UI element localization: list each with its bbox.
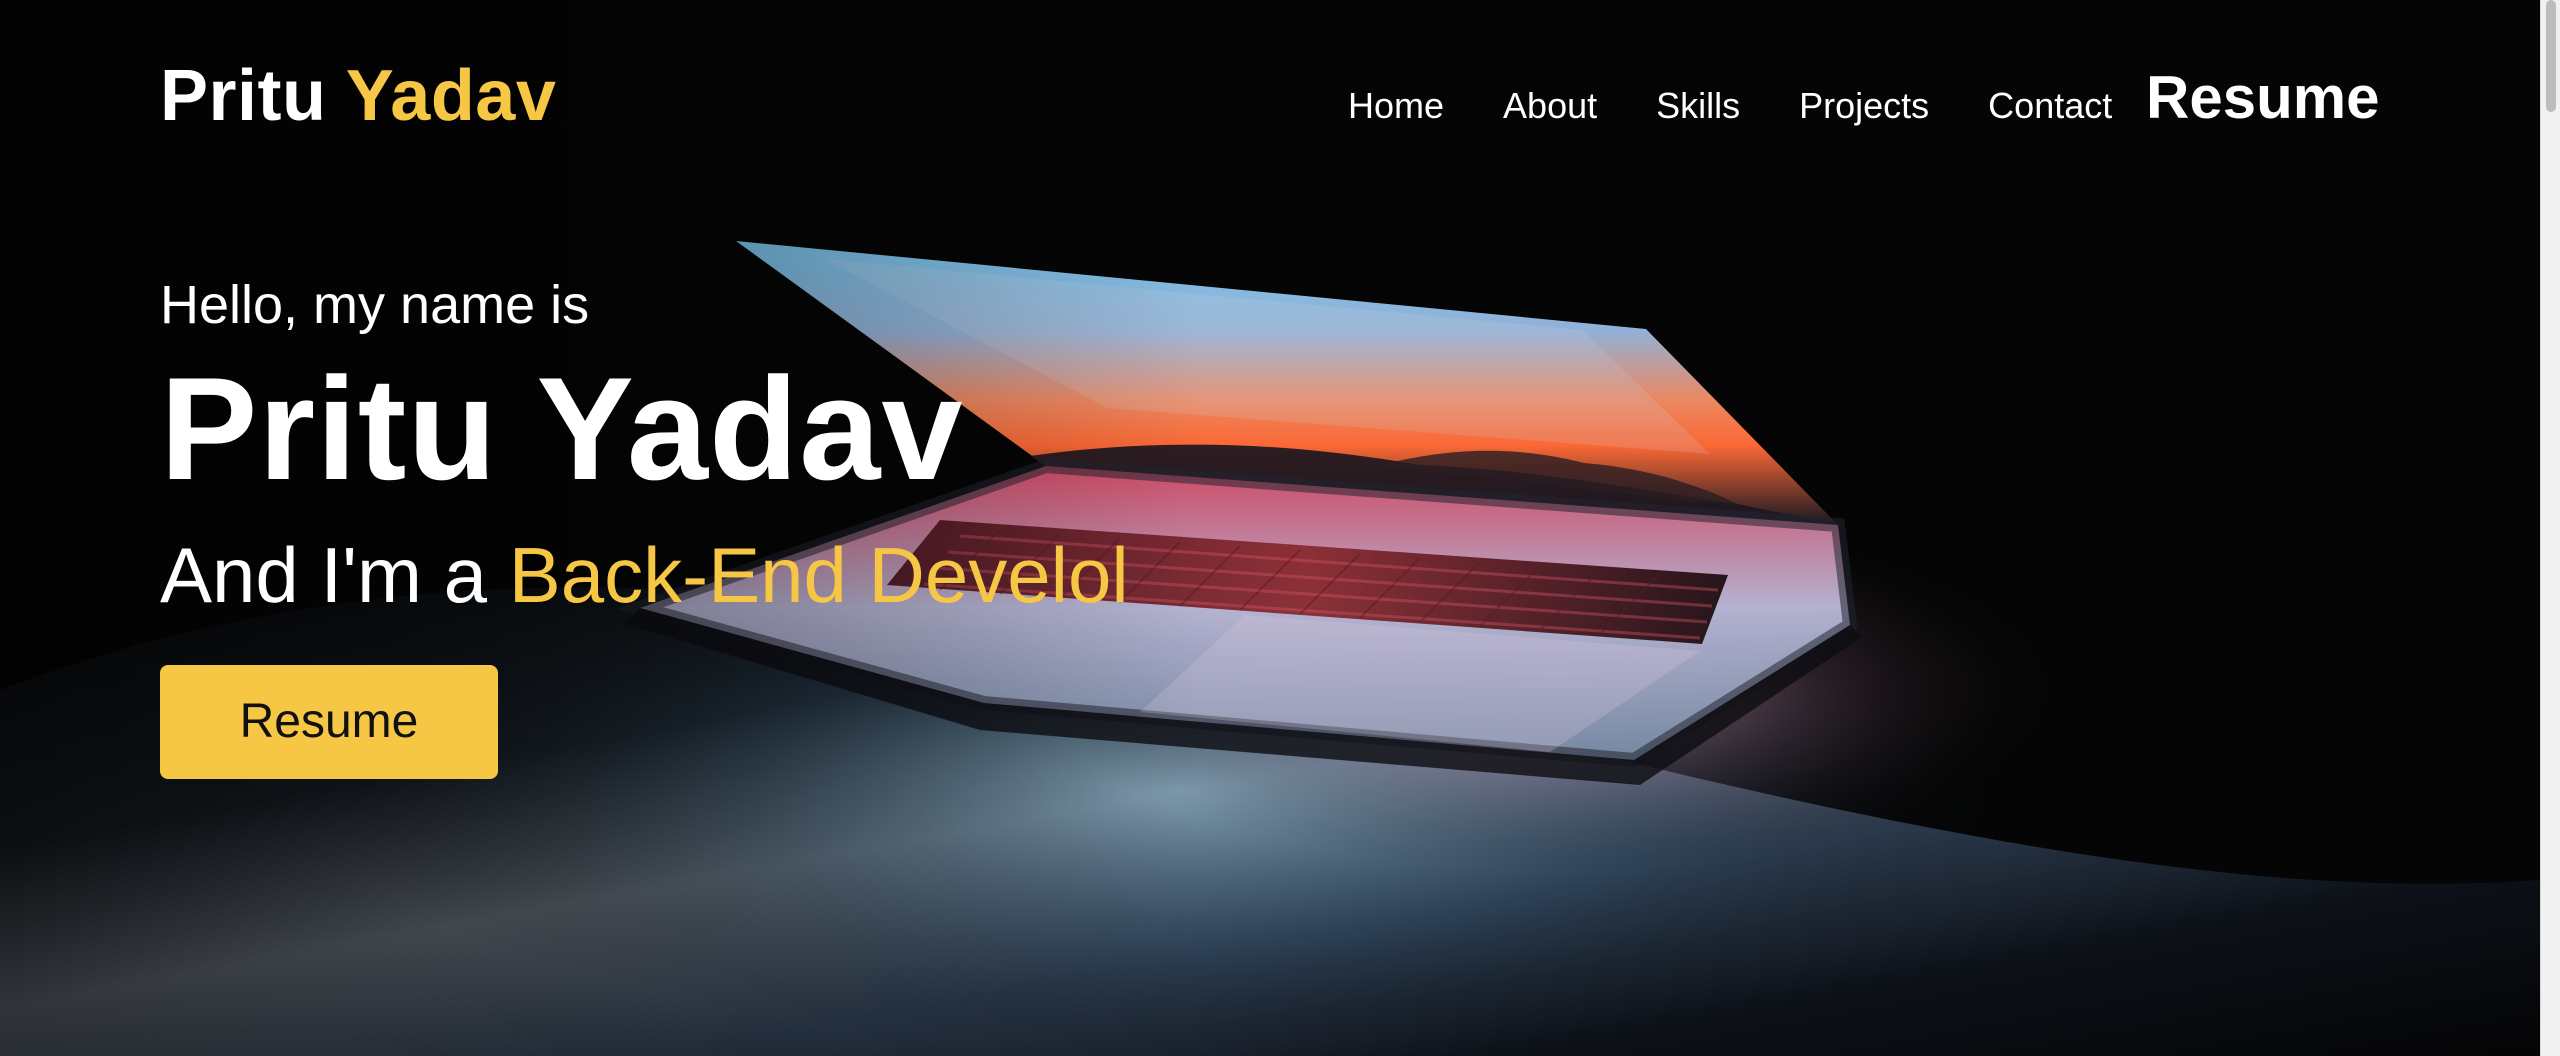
scrollbar-thumb[interactable] xyxy=(2546,0,2556,112)
hero-role-prefix: And I'm a xyxy=(160,531,488,619)
main-menu: Home About Skills Projects Contact xyxy=(1348,88,2112,124)
hero-name: Pritu Yadav xyxy=(160,347,964,510)
nav-skills-link[interactable]: Skills xyxy=(1656,88,1740,124)
hero-role-line: And I'm a Back-End Develol xyxy=(160,536,1360,614)
nav-projects-link[interactable]: Projects xyxy=(1799,88,1929,124)
logo-first-name: Pritu xyxy=(160,56,327,136)
hero-content: Hello, my name is Pritu Yadav And I'm a … xyxy=(160,278,1360,614)
portfolio-page: Pritu Yadav Home About Skills Projects C… xyxy=(0,0,2560,1056)
nav-contact-link[interactable]: Contact xyxy=(1988,88,2112,124)
logo-accent-name: Yadav xyxy=(345,56,557,136)
nav-home-link[interactable]: Home xyxy=(1348,88,1444,124)
site-logo[interactable]: Pritu Yadav xyxy=(160,60,556,132)
resume-button[interactable]: Resume xyxy=(160,665,498,779)
page-scrollbar[interactable] xyxy=(2540,0,2560,1056)
hero-intro: Hello, my name is xyxy=(160,275,590,335)
nav-about-link[interactable]: About xyxy=(1503,88,1597,124)
top-navigation: Pritu Yadav Home About Skills Projects C… xyxy=(0,0,2540,200)
hero-role: Back-End Develol xyxy=(508,531,1129,619)
nav-resume-link[interactable]: Resume xyxy=(2146,68,2379,128)
